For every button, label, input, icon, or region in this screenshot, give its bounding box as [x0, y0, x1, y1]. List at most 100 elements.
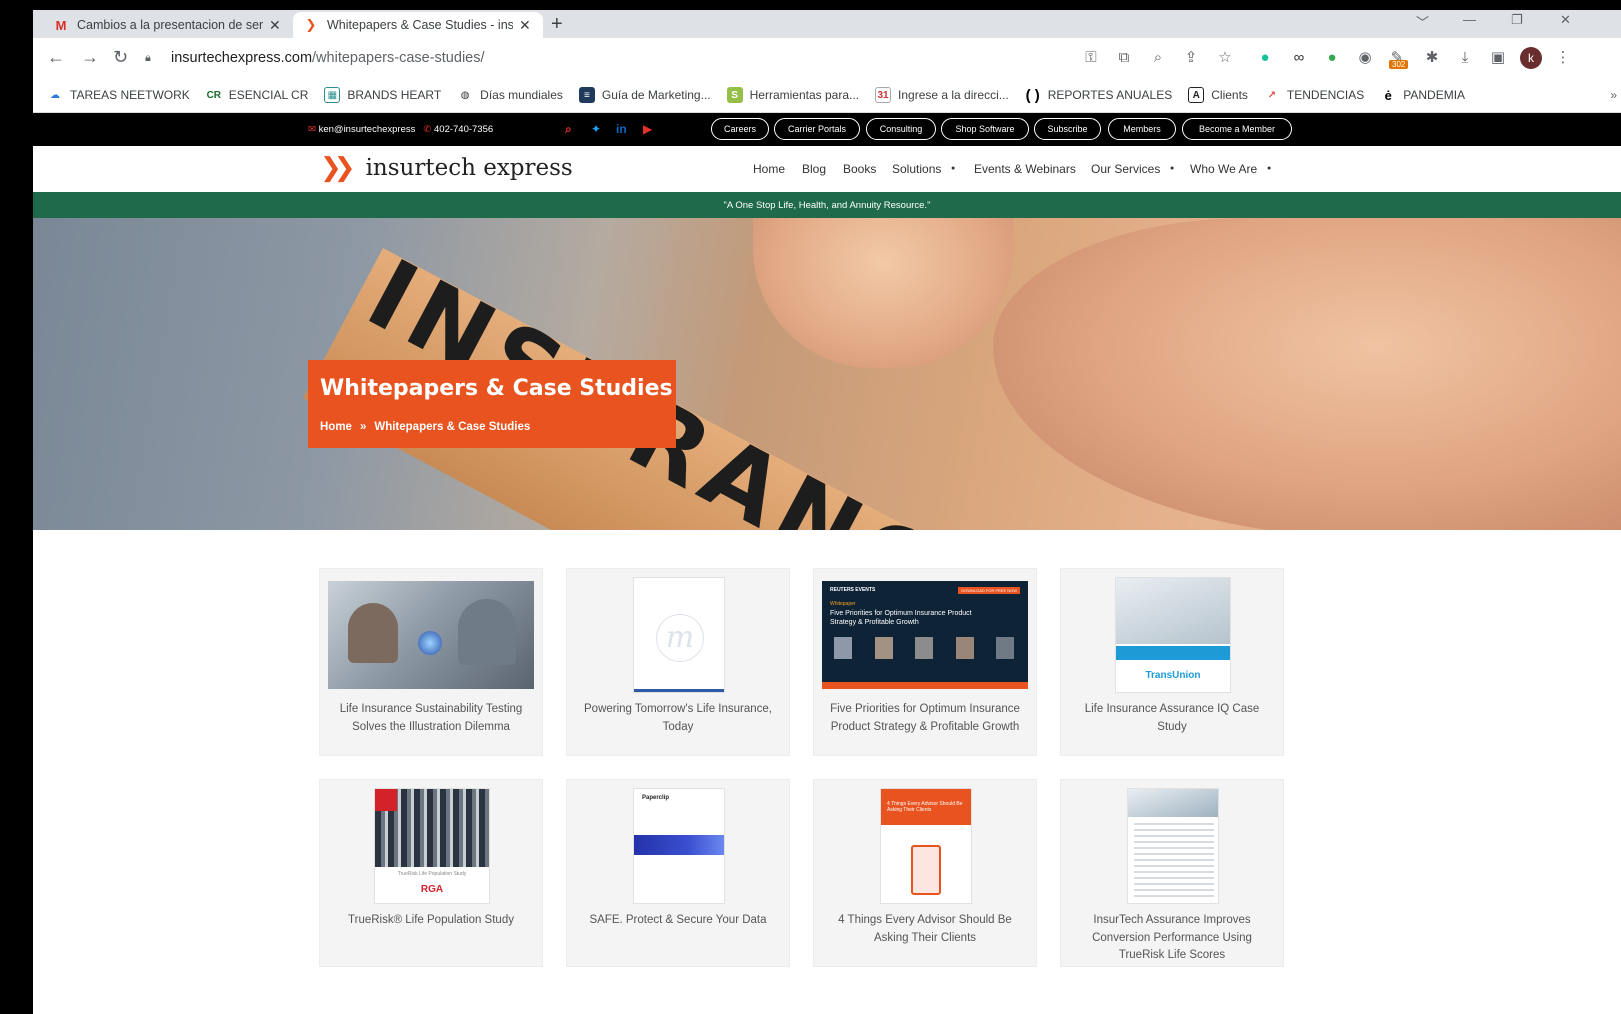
- bookmark-pandemia[interactable]: ė PANDEMIA: [1380, 87, 1465, 103]
- tagline: "A One Stop Life, Health, and Annuity Re…: [723, 200, 931, 211]
- bookmark-tendencias[interactable]: ↗ TENDENCIAS: [1264, 87, 1365, 103]
- reload-icon[interactable]: ↻: [113, 47, 128, 68]
- card-thumbnail: Paperclip: [633, 788, 725, 904]
- chevron-down-icon: ●: [951, 165, 956, 172]
- close-icon[interactable]: ✕: [269, 17, 281, 34]
- rga-caption: TrueRisk Life Population Study: [397, 871, 467, 877]
- site-logo[interactable]: ❯❯ insurtech express: [320, 152, 573, 183]
- phone-icon: ✆: [423, 124, 432, 135]
- password-key-icon[interactable]: ⚿: [1081, 48, 1101, 68]
- whitepaper-card[interactable]: Life Insurance Sustainability Testing So…: [319, 568, 543, 756]
- share-icon[interactable]: ⇪: [1181, 48, 1201, 68]
- logo-chevron-icon: ❯❯: [320, 152, 355, 182]
- tab-whitepapers[interactable]: ❯ Whitepapers & Case Studies - ins ✕: [293, 12, 543, 38]
- twitter-icon[interactable]: ✦: [591, 122, 601, 136]
- bookmark-herramientas[interactable]: S Herramientas para...: [726, 87, 859, 103]
- bookmark-clients[interactable]: A Clients: [1188, 87, 1248, 103]
- tab-search-icon[interactable]: ﹀: [1416, 12, 1429, 31]
- hero-hand-image: [993, 218, 1621, 530]
- card-title: TrueRisk® Life Population Study: [348, 914, 514, 926]
- whitepaper-card[interactable]: REUTERS EVENTS DOWNLOAD FOR FREE NOW Whi…: [813, 568, 1037, 756]
- back-icon[interactable]: ←: [47, 47, 65, 68]
- youtube-icon[interactable]: ▶: [643, 122, 652, 136]
- transunion-blue-band: [1116, 646, 1230, 660]
- new-tab-icon[interactable]: +: [551, 13, 563, 36]
- card-thumbnail: TrueRisk Life Population Study RGA: [374, 788, 490, 904]
- nav-our-services[interactable]: Our Services: [1091, 162, 1160, 176]
- phone-link[interactable]: ✆ 402-740-7356: [423, 124, 493, 135]
- nav-solutions[interactable]: Solutions: [892, 162, 941, 176]
- download-icon[interactable]: ⤓: [1455, 48, 1475, 68]
- card-title: 4 Things Every Advisor Should Be Asking …: [838, 914, 1012, 944]
- laptop-photo: [1116, 578, 1230, 644]
- bookmark-ingrese[interactable]: 31 Ingrese a la direcci...: [875, 87, 1009, 103]
- translate-icon[interactable]: ⧉: [1114, 48, 1134, 68]
- consulting-button[interactable]: Consulting: [866, 118, 936, 140]
- nav-blog[interactable]: Blog: [802, 162, 826, 176]
- whitepaper-card[interactable]: InsurTech Assurance Improves Conversion …: [1060, 779, 1284, 967]
- whitepaper-card[interactable]: Paperclip SAFE. Protect & Secure Your Da…: [566, 779, 790, 967]
- bookmarks-overflow-icon[interactable]: »: [1610, 88, 1617, 102]
- close-icon[interactable]: ✕: [519, 17, 531, 34]
- nav-who-we-are[interactable]: Who We Are: [1190, 162, 1257, 176]
- forward-icon[interactable]: →: [81, 47, 99, 68]
- bookmark-brands-heart[interactable]: ▦ BRANDS HEART: [324, 87, 441, 103]
- subscribe-button[interactable]: Subscribe: [1034, 118, 1101, 140]
- bookmark-esencial[interactable]: CR ESENCIAL CR: [206, 87, 309, 103]
- profile-avatar[interactable]: k: [1520, 47, 1542, 69]
- site-header: ❯❯ insurtech express Home Blog Books Sol…: [33, 146, 1621, 192]
- search-icon[interactable]: ⌕: [565, 122, 572, 137]
- minimize-icon[interactable]: —: [1463, 12, 1476, 27]
- zoom-icon[interactable]: ⌕: [1148, 48, 1168, 68]
- shop-software-button[interactable]: Shop Software: [941, 118, 1029, 140]
- breadcrumb-current: Whitepapers & Case Studies: [374, 421, 531, 433]
- address-bar[interactable]: 🔒︎ insurtechexpress.com/whitepapers-case…: [145, 43, 1065, 73]
- tab-strip: M Cambios a la presentacion de ser ✕ ❯ W…: [33, 10, 1621, 38]
- window-close-icon[interactable]: ✕: [1560, 12, 1571, 28]
- email-link[interactable]: ✉ ken@insurtechexpress: [308, 124, 415, 135]
- whitepaper-card[interactable]: 4 Things Every Advisor Should Be Asking …: [813, 779, 1037, 967]
- camera-icon[interactable]: ◉: [1355, 48, 1375, 68]
- bookmark-guia[interactable]: ≡ Guía de Marketing...: [578, 87, 711, 103]
- tab-gmail[interactable]: M Cambios a la presentacion de ser ✕: [43, 12, 291, 38]
- menu-icon[interactable]: ⋮: [1553, 48, 1573, 68]
- card-title: Life Insurance Sustainability Testing So…: [339, 703, 523, 733]
- nav-events-webinars[interactable]: Events & Webinars: [974, 162, 1076, 176]
- extension-green-icon[interactable]: ●: [1322, 48, 1342, 68]
- logo-text: insurtech express: [365, 154, 573, 181]
- infinity-icon[interactable]: ∞: [1289, 48, 1309, 68]
- whitepaper-card[interactable]: TransUnion Life Insurance Assurance IQ C…: [1060, 568, 1284, 756]
- card-thumbnail: m: [633, 577, 725, 693]
- lock-icon: 🔒︎: [145, 51, 151, 64]
- linkedin-icon[interactable]: in: [616, 122, 627, 136]
- members-button[interactable]: Members: [1108, 118, 1176, 140]
- carrier-portals-button[interactable]: Carrier Portals: [774, 118, 860, 140]
- nav-home[interactable]: Home: [753, 162, 785, 176]
- careers-button[interactable]: Careers: [711, 118, 769, 140]
- become-member-button[interactable]: Become a Member: [1182, 118, 1292, 140]
- chevron-down-icon: ●: [1170, 165, 1175, 172]
- card-thumbnail: REUTERS EVENTS DOWNLOAD FOR FREE NOW Whi…: [822, 581, 1028, 689]
- bookmark-reportes[interactable]: ( ) REPORTES ANUALES: [1025, 87, 1173, 104]
- card-thumbnail: [328, 581, 534, 689]
- restore-icon[interactable]: ❐: [1511, 12, 1523, 28]
- reuters-footer-band: [822, 682, 1028, 689]
- puzzle-icon[interactable]: ✱: [1422, 48, 1442, 68]
- breadcrumb-home[interactable]: Home: [320, 421, 352, 433]
- card-thumbnail: 4 Things Every Advisor Should Be Asking …: [880, 788, 972, 904]
- grammarly-icon[interactable]: ●: [1255, 48, 1275, 68]
- whitepaper-card[interactable]: m Powering Tomorrow's Life Insurance, To…: [566, 568, 790, 756]
- card-title: SAFE. Protect & Secure Your Data: [589, 914, 767, 926]
- crystal-ball-image: [418, 631, 442, 655]
- shopify-icon: S: [726, 87, 743, 103]
- bookmark-tareas[interactable]: ☁ TAREAS NEETWORK: [47, 87, 190, 103]
- hero-banner: INSURANC Whitepapers & Case Studies Home…: [33, 218, 1621, 530]
- bookmark-dias[interactable]: ◍ Días mundiales: [457, 87, 563, 103]
- side-panel-icon[interactable]: ▣: [1488, 48, 1508, 68]
- insurtech-favicon-icon: ❯: [305, 17, 317, 32]
- bookmark-star-icon[interactable]: ☆: [1215, 48, 1235, 68]
- card-thumbnail: [1127, 788, 1219, 904]
- whitepaper-card[interactable]: TrueRisk Life Population Study RGA TrueR…: [319, 779, 543, 967]
- browser-chrome: M Cambios a la presentacion de ser ✕ ❯ W…: [33, 10, 1621, 113]
- nav-books[interactable]: Books: [843, 162, 876, 176]
